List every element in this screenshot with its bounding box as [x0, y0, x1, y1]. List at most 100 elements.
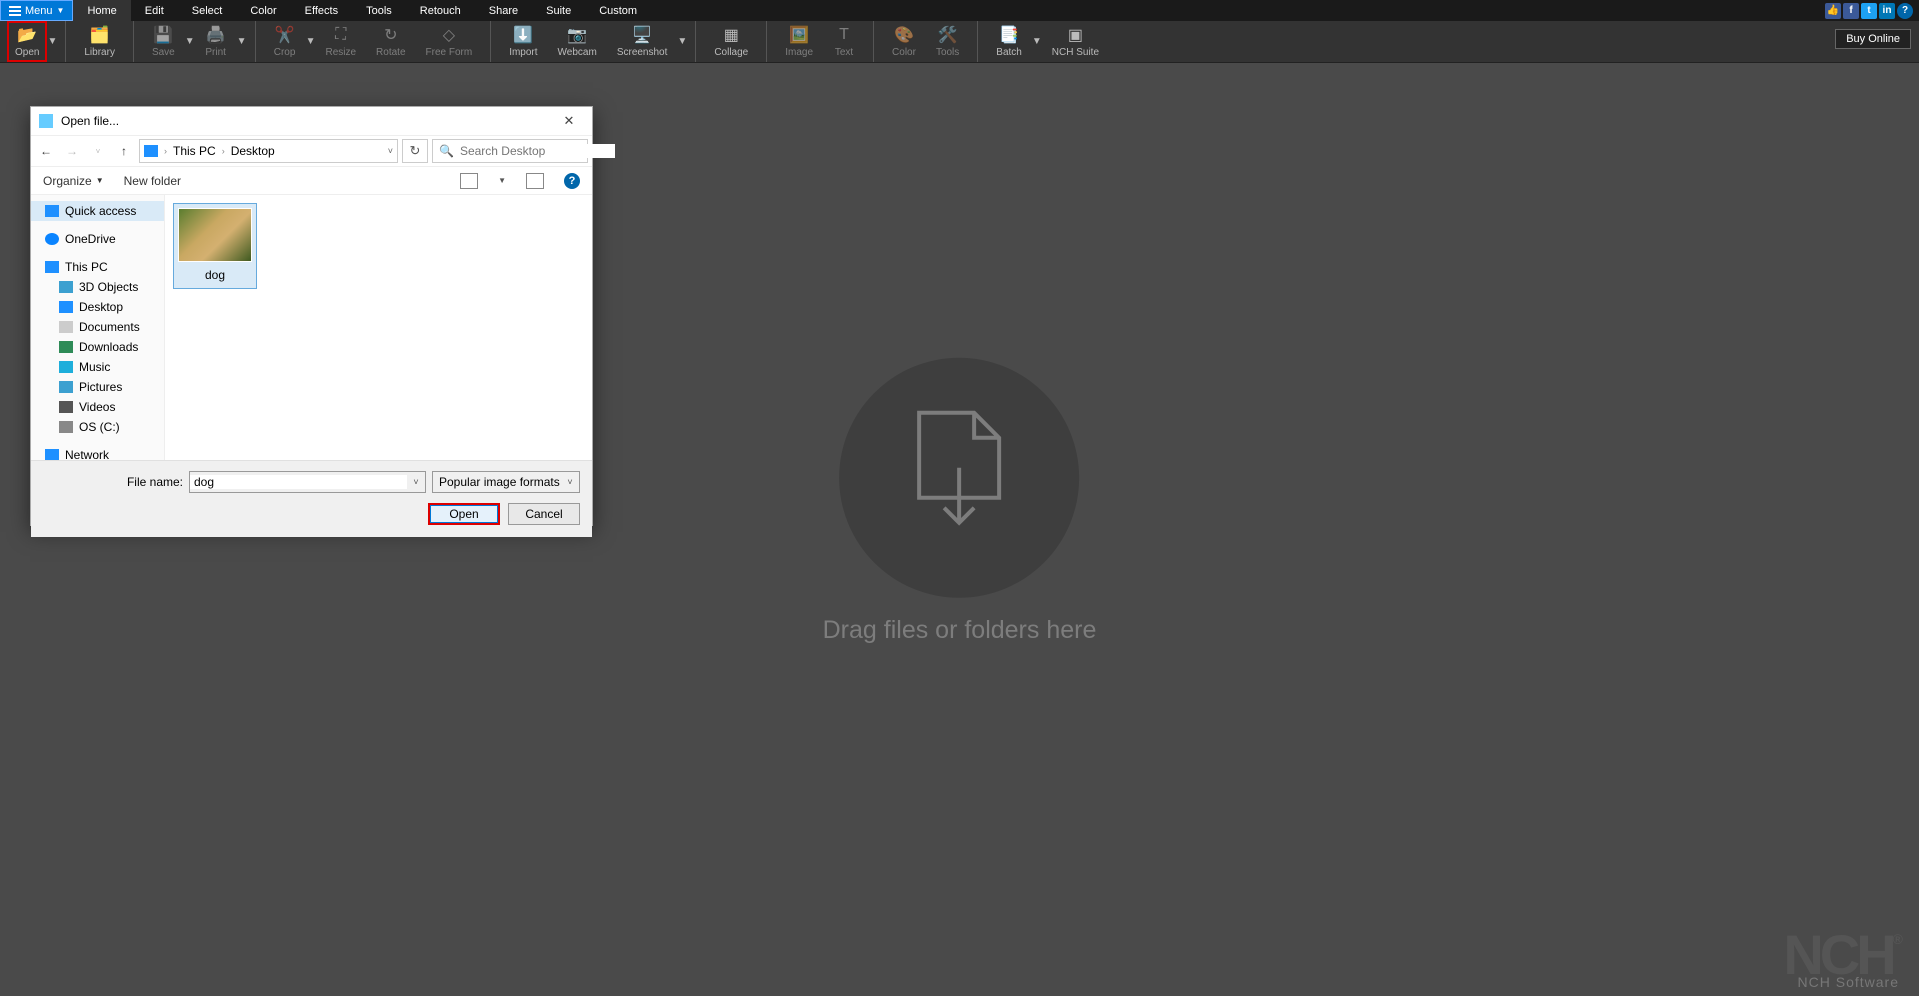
cube-icon — [59, 281, 73, 293]
help-button[interactable]: ? — [564, 173, 580, 189]
tab-edit[interactable]: Edit — [131, 0, 178, 21]
webcam-button[interactable]: 📷Webcam — [548, 21, 607, 62]
address-bar[interactable]: › This PC › Desktop ˅ — [139, 139, 398, 163]
view-button[interactable] — [460, 173, 478, 189]
search-input[interactable] — [460, 144, 615, 158]
tree-music[interactable]: Music — [31, 357, 164, 377]
dialog-toolbar: Organize ▼ New folder ▼ ? — [31, 167, 592, 195]
menu-label: Menu — [25, 5, 53, 17]
tree-downloads[interactable]: Downloads — [31, 337, 164, 357]
address-dropdown[interactable]: ˅ — [388, 146, 393, 156]
rotate-icon: ↻ — [380, 25, 402, 45]
menu-button[interactable]: Menu ▼ — [0, 0, 73, 21]
tab-share[interactable]: Share — [475, 0, 532, 21]
tree-onedrive[interactable]: OneDrive — [31, 229, 164, 249]
page-download-icon — [909, 407, 1009, 547]
tree-desktop[interactable]: Desktop — [31, 297, 164, 317]
nchsuite-button[interactable]: ▣NCH Suite — [1042, 21, 1109, 62]
video-icon — [59, 401, 73, 413]
tools-button[interactable]: 🛠️Tools — [926, 21, 969, 62]
tree-thispc[interactable]: This PC — [31, 257, 164, 277]
tree-documents[interactable]: Documents — [31, 317, 164, 337]
batch-button[interactable]: 📑Batch — [986, 21, 1032, 62]
back-button[interactable]: ← — [35, 144, 57, 158]
tab-select[interactable]: Select — [178, 0, 237, 21]
forward-button[interactable]: → — [61, 144, 83, 158]
linkedin-icon[interactable]: in — [1879, 3, 1895, 19]
buy-online-button[interactable]: Buy Online — [1835, 29, 1911, 49]
filename-input[interactable] — [190, 475, 407, 489]
save-icon: 💾 — [152, 25, 174, 45]
save-button[interactable]: 💾Save — [142, 21, 185, 62]
breadcrumb-desktop[interactable]: Desktop — [231, 144, 275, 158]
facebook-icon[interactable]: f — [1843, 3, 1859, 19]
cancel-button[interactable]: Cancel — [508, 503, 580, 525]
ribbon: 📂 Open ▼ 🗂️Library 💾Save▼ 🖨️Print▼ ✂️Cro… — [0, 21, 1919, 63]
recent-dropdown[interactable]: ˅ — [87, 147, 109, 156]
dialog-footer: File name: ˅ Popular image formats ˅ Ope… — [31, 460, 592, 537]
import-icon: ⬇️ — [512, 25, 534, 45]
tab-home[interactable]: Home — [73, 0, 130, 21]
folder-tree: Quick access OneDrive This PC 3D Objects… — [31, 195, 165, 460]
open-button[interactable]: Open — [428, 503, 500, 525]
breadcrumb-thispc[interactable]: This PC — [173, 144, 216, 158]
resize-button[interactable]: ⛶Resize — [315, 21, 366, 62]
star-icon — [45, 205, 59, 217]
up-button[interactable]: ↑ — [113, 144, 135, 158]
collage-button[interactable]: ▦Collage — [704, 21, 758, 62]
library-button[interactable]: 🗂️Library — [74, 21, 125, 62]
palette-icon: 🎨 — [893, 25, 915, 45]
file-item-dog[interactable]: dog — [173, 203, 257, 289]
file-list[interactable]: dog — [165, 195, 592, 460]
tab-tools[interactable]: Tools — [352, 0, 406, 21]
desktop-icon — [59, 301, 73, 313]
batch-icon: 📑 — [998, 25, 1020, 45]
tab-custom[interactable]: Custom — [585, 0, 651, 21]
text-button[interactable]: TText — [823, 21, 865, 62]
import-button[interactable]: ⬇️Import — [499, 21, 547, 62]
filename-history-dropdown[interactable]: ˅ — [407, 477, 425, 487]
search-box[interactable]: 🔍 — [432, 139, 588, 163]
watermark: NCH® NCH Software — [1783, 935, 1899, 990]
refresh-button[interactable]: ↻ — [402, 139, 428, 163]
filetype-filter[interactable]: Popular image formats ˅ — [432, 471, 580, 493]
tree-osc[interactable]: OS (C:) — [31, 417, 164, 437]
tree-network[interactable]: Network — [31, 445, 164, 460]
crop-button[interactable]: ✂️Crop — [264, 21, 306, 62]
social-links: 👍 f t in ? — [1825, 0, 1919, 21]
tools-icon: 🛠️ — [937, 25, 959, 45]
new-folder-button[interactable]: New folder — [124, 174, 181, 188]
open-button[interactable]: 📂 Open — [7, 21, 47, 62]
tree-3dobjects[interactable]: 3D Objects — [31, 277, 164, 297]
music-icon — [59, 361, 73, 373]
preview-pane-button[interactable] — [526, 173, 544, 189]
open-dropdown[interactable]: ▼ — [47, 36, 57, 47]
tab-color[interactable]: Color — [236, 0, 290, 21]
filename-input-wrap: ˅ — [189, 471, 426, 493]
tree-quick-access[interactable]: Quick access — [31, 201, 164, 221]
tab-suite[interactable]: Suite — [532, 0, 585, 21]
print-button[interactable]: 🖨️Print — [195, 21, 237, 62]
close-button[interactable]: ✕ — [550, 109, 588, 133]
image-button[interactable]: 🖼️Image — [775, 21, 823, 62]
tab-effects[interactable]: Effects — [291, 0, 352, 21]
screenshot-icon: 🖥️ — [631, 25, 653, 45]
network-icon — [45, 449, 59, 460]
tree-pictures[interactable]: Pictures — [31, 377, 164, 397]
like-icon[interactable]: 👍 — [1825, 3, 1841, 19]
chevron-down-icon: ˅ — [561, 477, 579, 487]
screenshot-button[interactable]: 🖥️Screenshot — [607, 21, 678, 62]
rotate-button[interactable]: ↻Rotate — [366, 21, 415, 62]
tree-videos[interactable]: Videos — [31, 397, 164, 417]
library-icon: 🗂️ — [89, 25, 111, 45]
chevron-down-icon: ▼ — [57, 6, 65, 15]
color-button[interactable]: 🎨Color — [882, 21, 926, 62]
tab-retouch[interactable]: Retouch — [406, 0, 475, 21]
pc-icon — [45, 261, 59, 273]
twitter-icon[interactable]: t — [1861, 3, 1877, 19]
help-icon[interactable]: ? — [1897, 3, 1913, 19]
dropzone[interactable]: Drag files or folders here — [823, 357, 1097, 644]
file-label: dog — [178, 266, 252, 284]
freeform-button[interactable]: ◇Free Form — [416, 21, 483, 62]
organize-menu[interactable]: Organize ▼ — [43, 174, 104, 188]
